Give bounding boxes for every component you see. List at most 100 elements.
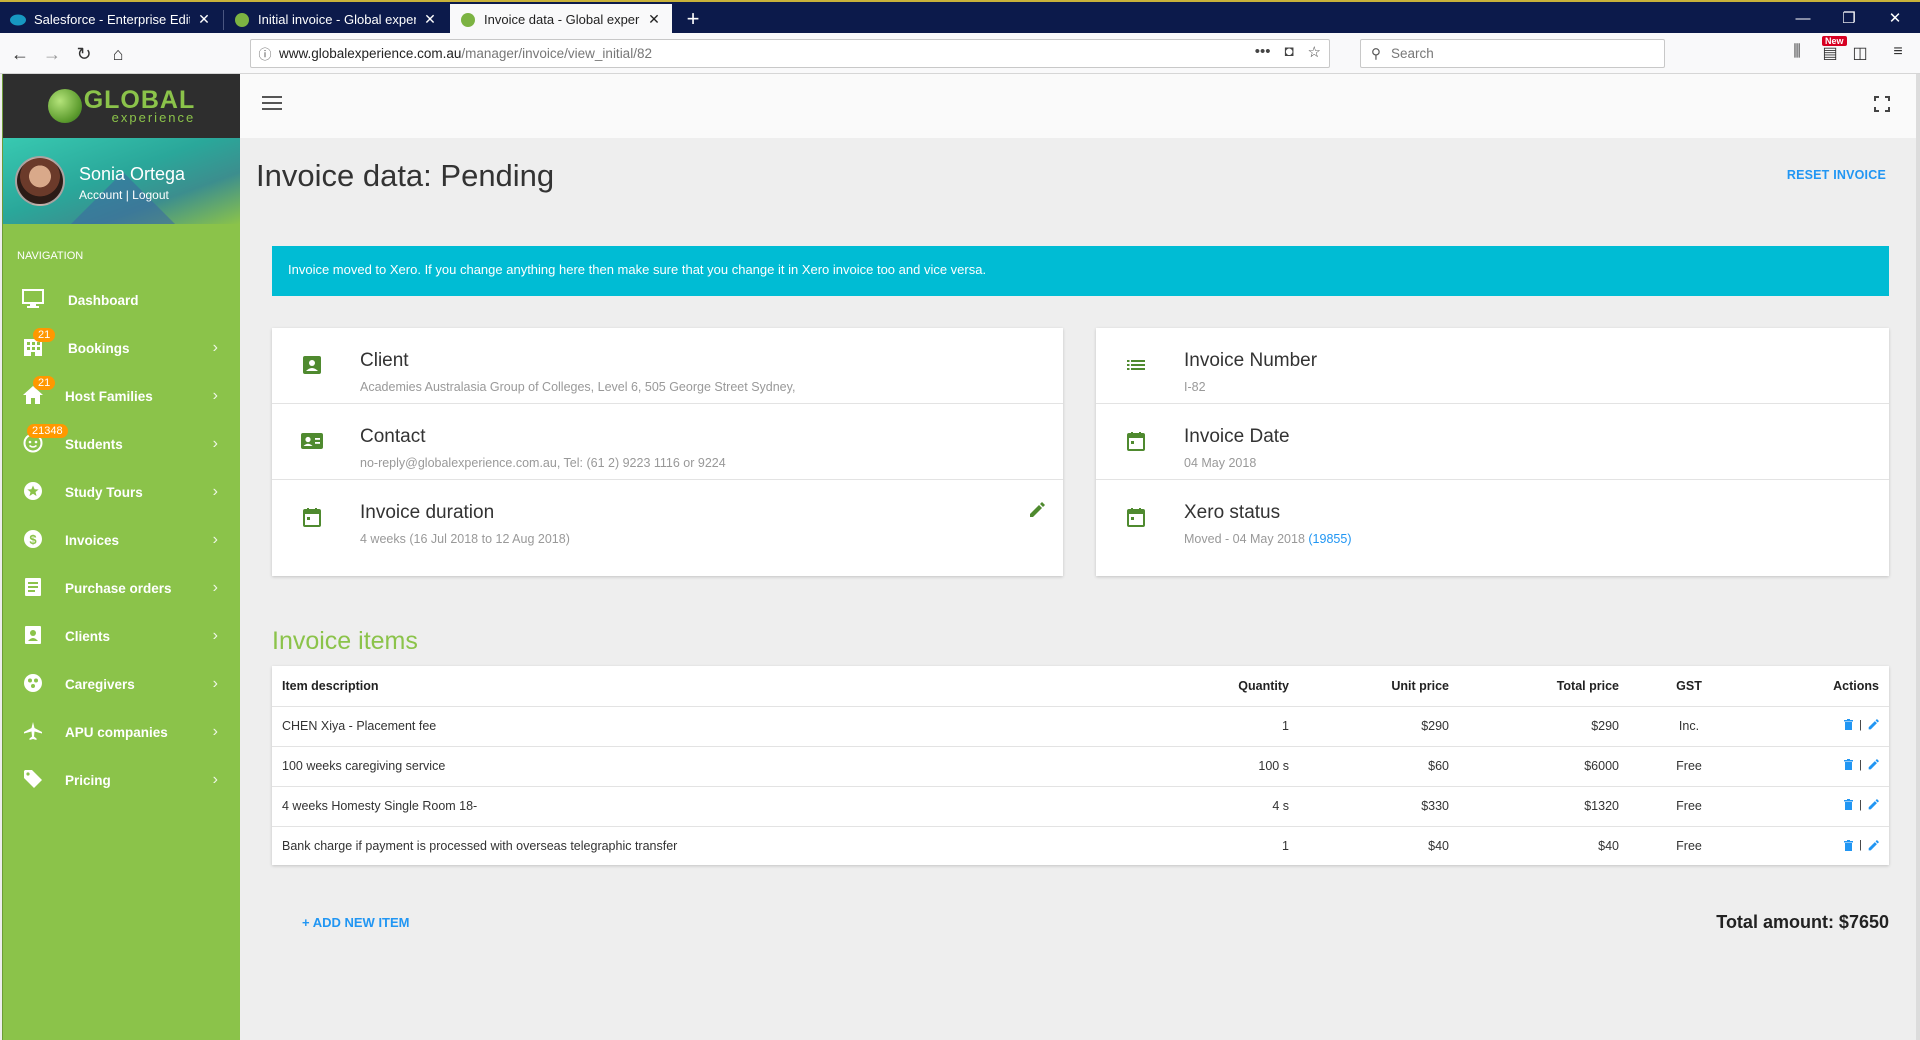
sidebar-item-invoices[interactable]: $ Invoices ›	[3, 516, 240, 564]
sidebar-item-label: Host Families	[65, 388, 153, 404]
invoice-number-value: I-82	[1184, 380, 1206, 394]
close-tab-icon[interactable]: ✕	[422, 11, 438, 28]
delete-icon[interactable]	[1844, 719, 1854, 731]
sidebar-item-bookings[interactable]: 21 Bookings ›	[3, 324, 240, 372]
page-actions-icon[interactable]: •••	[1255, 43, 1271, 61]
bookmark-star-icon[interactable]: ☆	[1308, 43, 1321, 61]
edit-icon[interactable]	[1868, 759, 1879, 770]
minimize-icon[interactable]: —	[1780, 6, 1826, 32]
page-scrollbar[interactable]	[1916, 74, 1920, 1040]
forward-icon[interactable]: →	[38, 40, 66, 68]
sidebar-toggle-icon[interactable]: ◫	[1848, 43, 1872, 63]
browser-tab[interactable]: Initial invoice - Global experien ✕	[224, 4, 448, 35]
menu-icon[interactable]: ≡	[1886, 43, 1910, 61]
sidebar-item-label: Bookings	[68, 340, 130, 356]
item-gst: Free	[1629, 786, 1749, 827]
restore-icon[interactable]: ❐	[1826, 6, 1872, 32]
monitor-icon	[21, 289, 45, 311]
add-new-item-button[interactable]: + ADD NEW ITEM	[302, 915, 410, 930]
library-icon[interactable]: ⫼	[1785, 43, 1809, 61]
search-bar[interactable]: ⚲ Search	[1360, 39, 1665, 68]
contact-value: no-reply@globalexperience.com.au, Tel: (…	[360, 456, 726, 470]
browser-tab-bar: Salesforce - Enterprise Edition ✕ Initia…	[0, 0, 1920, 35]
sidebar-item-apu-companies[interactable]: APU companies ›	[3, 708, 240, 756]
delete-icon[interactable]	[1844, 839, 1854, 851]
url-bar[interactable]: ⓘ www.globalexperience.com.au/manager/in…	[250, 39, 1330, 68]
new-badge: New	[1822, 36, 1847, 46]
xero-invoice-link[interactable]: (19855)	[1308, 532, 1351, 546]
table-row: Bank charge if payment is processed with…	[272, 826, 1889, 866]
fullscreen-icon[interactable]	[1874, 96, 1890, 117]
client-value: Academies Australasia Group of Colleges,…	[360, 380, 796, 394]
sidebar-item-clients[interactable]: Clients ›	[3, 612, 240, 660]
plane-icon	[21, 721, 45, 743]
chevron-right-icon: ›	[212, 675, 218, 692]
chevron-right-icon: ›	[212, 579, 218, 596]
back-icon[interactable]: ←	[6, 40, 34, 68]
reset-invoice-button[interactable]: RESET INVOICE	[1787, 168, 1886, 182]
item-description: 4 weeks Homesty Single Room 18-	[272, 786, 1179, 827]
delete-icon[interactable]	[1844, 799, 1854, 811]
sidebar-item-caregivers[interactable]: Caregivers ›	[3, 660, 240, 708]
chevron-right-icon: ›	[212, 483, 218, 500]
browser-tab[interactable]: Salesforce - Enterprise Edition ✕	[0, 4, 222, 35]
contact-icon	[21, 625, 45, 647]
chevron-right-icon: ›	[212, 339, 218, 356]
sidebar-item-label: Caregivers	[65, 676, 135, 692]
item-total-price: $6000	[1459, 746, 1629, 787]
edit-duration-icon[interactable]	[1029, 502, 1045, 518]
sidebar: GLOBAL experience Sonia Ortega Account |…	[2, 74, 240, 1040]
edit-icon[interactable]	[1868, 799, 1879, 810]
search-icon: ⚲	[1371, 45, 1381, 61]
item-total-price: $290	[1459, 706, 1629, 747]
calendar-icon	[1127, 508, 1145, 527]
item-unit-price: $60	[1299, 746, 1459, 787]
avatar[interactable]	[15, 156, 65, 206]
item-total-price: $1320	[1459, 786, 1629, 827]
home-icon[interactable]: ⌂	[104, 40, 132, 68]
delete-icon[interactable]	[1844, 759, 1854, 771]
sidebar-item-host-families[interactable]: 21 Host Families ›	[3, 372, 240, 420]
invoice-items-table-card: Item description Quantity Unit price Tot…	[272, 666, 1889, 865]
item-quantity: 100 s	[1179, 746, 1299, 787]
menu-toggle-icon[interactable]	[262, 96, 282, 114]
chevron-right-icon: ›	[212, 435, 218, 452]
sidebar-item-dashboard[interactable]: Dashboard	[3, 276, 240, 324]
close-tab-icon[interactable]: ✕	[196, 11, 212, 28]
chevron-right-icon: ›	[212, 723, 218, 740]
globe-logo-icon	[47, 89, 82, 123]
reload-icon[interactable]: ↻	[70, 40, 98, 68]
duration-row: Invoice duration 4 weeks (16 Jul 2018 to…	[272, 480, 1063, 556]
sync-icon[interactable]: ▤	[1818, 43, 1842, 63]
pocket-icon[interactable]: ◘	[1284, 43, 1293, 61]
sidebar-item-pricing[interactable]: Pricing ›	[3, 756, 240, 804]
chevron-right-icon: ›	[212, 531, 218, 548]
edit-icon[interactable]	[1868, 719, 1879, 730]
list-icon	[21, 577, 45, 599]
contact-card-icon	[301, 433, 323, 449]
item-quantity: 4 s	[1179, 786, 1299, 827]
new-tab-icon[interactable]: +	[680, 6, 706, 32]
sidebar-item-purchase-orders[interactable]: Purchase orders ›	[3, 564, 240, 612]
window-close-icon[interactable]: ✕	[1872, 6, 1918, 32]
invoice-items-heading: Invoice items	[272, 627, 418, 655]
sidebar-item-students[interactable]: 21348 Students ›	[3, 420, 240, 468]
browser-tab-active[interactable]: Invoice data - Global experienc ✕	[450, 4, 672, 35]
item-quantity: 1	[1179, 706, 1299, 747]
close-tab-icon[interactable]: ✕	[646, 11, 662, 28]
col-header-total-price: Total price	[1459, 666, 1629, 707]
account-link[interactable]: Account	[79, 188, 122, 202]
sidebar-item-study-tours[interactable]: Study Tours ›	[3, 468, 240, 516]
logout-link[interactable]: Logout	[132, 188, 169, 202]
star-icon	[21, 481, 45, 503]
global-experience-logo[interactable]: GLOBAL experience	[47, 88, 196, 125]
logo-text-experience: experience	[111, 110, 196, 125]
item-actions: |	[1749, 706, 1889, 747]
action-separator: |	[1859, 839, 1862, 851]
edit-icon[interactable]	[1868, 839, 1879, 851]
action-separator: |	[1859, 798, 1862, 811]
col-header-unit-price: Unit price	[1299, 666, 1459, 707]
url-host: www.globalexperience.com.au	[279, 46, 462, 61]
chevron-right-icon: ›	[212, 387, 218, 404]
site-info-icon[interactable]: ⓘ	[251, 44, 279, 63]
